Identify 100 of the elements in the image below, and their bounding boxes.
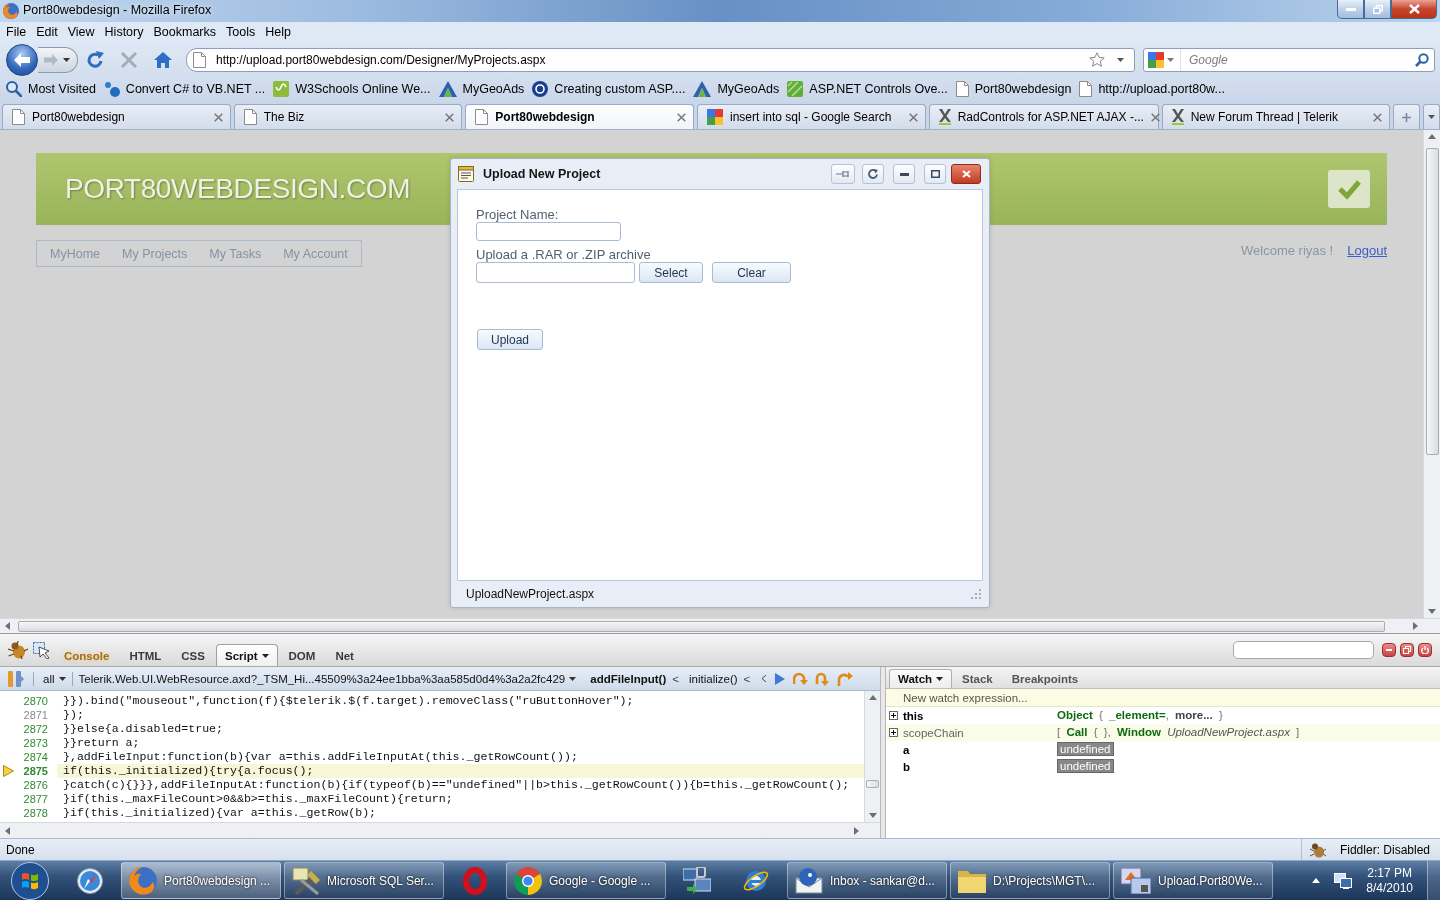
bug-icon[interactable]	[8, 641, 28, 659]
power-button[interactable]	[1418, 643, 1432, 657]
logout-link[interactable]: Logout	[1347, 243, 1387, 258]
scrollbar[interactable]	[1423, 130, 1440, 618]
maximize-button[interactable]	[924, 164, 946, 184]
panel-tab[interactable]: HTML	[120, 644, 171, 666]
menu-item[interactable]: Help	[260, 22, 296, 42]
browser-tab[interactable]: Port80webdesign	[2, 104, 231, 129]
panel-tab[interactable]: Stack	[953, 669, 1002, 688]
bookmark-link[interactable]: W3Schools Online We...	[273, 81, 431, 97]
close-button[interactable]	[1391, 0, 1437, 19]
tab-list-button[interactable]	[1423, 104, 1440, 129]
minimize-button[interactable]	[893, 164, 915, 184]
scroll-thumb[interactable]	[18, 620, 1385, 632]
play-icon[interactable]	[775, 672, 786, 685]
bookmark-link[interactable]: Port80webdesign	[955, 81, 1072, 97]
filter-dropdown[interactable]: all	[43, 672, 66, 685]
stack-frame[interactable]: initialize()	[689, 672, 738, 685]
minimize-button[interactable]	[1382, 643, 1396, 657]
watch-expression-field[interactable]: New watch expression...	[886, 689, 1440, 707]
bookmark-link[interactable]: MyGeoAds	[693, 81, 780, 97]
panel-tab[interactable]: Breakpoints	[1002, 669, 1088, 688]
close-icon[interactable]	[1373, 112, 1383, 122]
search-field[interactable]: Google	[1181, 48, 1415, 71]
menu-item[interactable]: Tools	[221, 22, 261, 42]
caret-up-icon[interactable]	[1312, 878, 1321, 883]
bookmark-link[interactable]: Most Visited	[6, 81, 96, 97]
bookmark-link[interactable]: http://upload.port80w...	[1079, 81, 1225, 97]
close-icon[interactable]	[213, 112, 223, 122]
browser-tab[interactable]: insert into sql - Google Search	[696, 104, 926, 129]
search-field[interactable]	[1233, 641, 1374, 659]
taskbar-button[interactable]: Port80webdesign ...	[121, 862, 281, 899]
pin-button[interactable]	[831, 164, 855, 184]
file-dropdown[interactable]: Telerik.Web.UI.WebResource.axd?_TSM_Hi...45509%3a24ee1bba%3aa585d0d4%3a2a2fc429	[78, 672, 577, 685]
menu-item[interactable]: View	[62, 22, 100, 42]
browser-tab[interactable]: New Forum Thread | Telerik	[1161, 104, 1391, 129]
pause-icon[interactable]	[8, 670, 24, 687]
caret-up-icon[interactable]	[868, 695, 877, 700]
scroll-thumb[interactable]	[1425, 148, 1439, 455]
upload-button[interactable]: Upload	[477, 329, 543, 350]
close-button[interactable]	[951, 164, 981, 184]
close-icon[interactable]	[445, 112, 455, 122]
caret-left-icon[interactable]	[5, 826, 10, 835]
close-icon[interactable]	[908, 112, 918, 122]
scrollbar[interactable]	[864, 691, 880, 822]
panel-tab[interactable]: DOM	[279, 644, 325, 666]
new-tab-button[interactable]	[1393, 104, 1421, 129]
clear-button[interactable]: Clear	[712, 262, 791, 283]
input-field[interactable]	[476, 262, 635, 283]
panel-tab[interactable]: Script	[215, 644, 278, 666]
caret-right-icon[interactable]	[1413, 622, 1418, 630]
bookmark-link[interactable]: Creating custom ASP....	[532, 81, 686, 97]
bookmark-link[interactable]: Convert C# to VB.NET ...	[103, 81, 266, 97]
back-button[interactable]	[6, 43, 38, 76]
menu-item[interactable]: File	[1, 22, 32, 42]
taskbar-button[interactable]: Inbox - sankar@d...	[787, 862, 947, 899]
close-icon[interactable]	[1150, 112, 1160, 122]
caret-down-icon[interactable]	[1428, 609, 1436, 614]
arrow-left-icon	[14, 52, 30, 67]
panel-tab[interactable]: Watch	[889, 669, 953, 688]
bookmark-link[interactable]: ASP.NET Controls Ove...	[787, 81, 948, 97]
show-desktop-button[interactable]	[1427, 861, 1440, 900]
address-field[interactable]: http://upload.port80webdesign.com/Designer/MyProjects.aspx	[186, 47, 1135, 72]
panel-tab[interactable]: CSS	[172, 644, 214, 666]
search-bar[interactable]: Google	[1143, 47, 1435, 72]
caret-left-icon[interactable]	[5, 622, 10, 630]
input-field[interactable]	[476, 222, 621, 241]
detach-button[interactable]	[1400, 643, 1414, 657]
scrollbar[interactable]	[0, 618, 1423, 633]
scroll-thumb[interactable]	[866, 780, 879, 788]
search-icon[interactable]	[1415, 52, 1429, 67]
menu-item[interactable]: Bookmarks	[148, 22, 221, 42]
minimize-button[interactable]	[1337, 0, 1364, 19]
chevron-left-icon[interactable]	[762, 675, 767, 682]
taskbar-button[interactable]: Upload.Port80We...	[1113, 862, 1273, 899]
menu-item[interactable]: Edit	[31, 22, 63, 42]
restore-button[interactable]	[1364, 0, 1391, 19]
pin-icon	[836, 170, 850, 178]
taskbar-button[interactable]: Microsoft SQL Ser...	[284, 862, 444, 899]
star-icon[interactable]	[1089, 52, 1105, 67]
stack-frame[interactable]: addFileInput()	[590, 672, 667, 685]
monitor-icon[interactable]	[1334, 872, 1353, 889]
taskbar-button[interactable]: D:\Projects\MGT\...	[950, 862, 1110, 899]
caret-down-icon[interactable]	[868, 813, 877, 818]
caret-up-icon[interactable]	[1428, 134, 1436, 139]
select-button[interactable]: Select	[639, 262, 703, 283]
expand-icon[interactable]	[889, 711, 898, 720]
reload-button[interactable]	[862, 164, 884, 184]
menu-item[interactable]: History	[99, 22, 149, 42]
browser-tab[interactable]: The Biz	[233, 104, 463, 129]
expand-icon[interactable]	[889, 728, 898, 737]
taskbar-button[interactable]: Google - Google ...	[506, 862, 666, 899]
browser-tab[interactable]: Port80webdesign	[465, 104, 694, 129]
bookmark-link[interactable]: MyGeoAds	[438, 81, 525, 97]
close-icon[interactable]	[676, 112, 686, 122]
panel-tab[interactable]: Net	[326, 644, 363, 666]
inspect-icon[interactable]	[33, 641, 50, 659]
caret-right-icon[interactable]	[854, 826, 859, 835]
browser-tab[interactable]: RadControls for ASP.NET AJAX -...	[928, 104, 1159, 129]
scrollbar[interactable]	[0, 822, 864, 838]
